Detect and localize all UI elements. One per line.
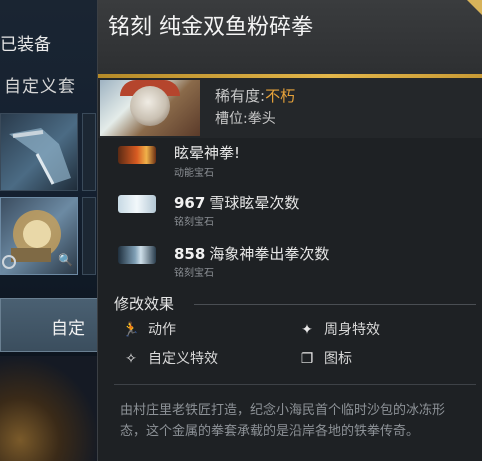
inventory-item-thumbnail[interactable] — [0, 113, 78, 191]
rarity-label: 稀有度: — [215, 87, 266, 105]
gem-row: 858 海象神拳出拳次数 铭刻宝石 — [98, 241, 482, 291]
animation-icon: 🏃 — [122, 322, 140, 338]
axe-item-icon — [9, 128, 71, 185]
slot-value: 拳头 — [247, 111, 276, 127]
slot-label: 槽位: — [215, 111, 248, 127]
gem-name: 雪球眩晕次数 — [209, 194, 300, 212]
modifier-label: 自定义特效 — [148, 351, 218, 367]
modifier-label: 周身特效 — [324, 322, 380, 338]
equipped-header: 已装备 — [0, 35, 51, 55]
rarity-value: 不朽 — [265, 87, 296, 105]
inventory-panel: 已装备 自定义套 🔍 自定 — [0, 0, 110, 461]
item-title: 铭刻 纯金双鱼粉碎拳 — [108, 15, 313, 40]
gem-count: 858 — [174, 245, 206, 263]
slot-line: 槽位:拳头 — [215, 108, 276, 128]
rarity-line: 稀有度:不朽 — [215, 85, 295, 106]
gem-row: 眩晕神拳! 动能宝石 — [98, 138, 482, 188]
item-description: 由村庄里老铁匠打造，纪念小海民首个临时沙包的冰冻形态，这个金属的拳套承载的是沿岸… — [120, 403, 446, 439]
section-divider — [114, 384, 476, 385]
ambient-effect-icon: ✦ — [301, 322, 313, 338]
hero-portrait — [100, 80, 200, 136]
modifier-item: ✦ 周身特效 — [296, 319, 380, 339]
kinetic-gem-icon — [118, 146, 156, 164]
gem-label: 眩晕神拳! — [174, 142, 240, 163]
gem-type: 铭刻宝石 — [174, 217, 214, 228]
section-divider — [194, 304, 476, 305]
magnifier-icon[interactable]: 🔍 — [58, 253, 73, 267]
gem-count: 967 — [174, 194, 206, 212]
inventory-item-thumbnail-partial[interactable] — [82, 113, 96, 191]
gem-type: 动能宝石 — [174, 168, 214, 179]
gem-row: 967 雪球眩晕次数 铭刻宝石 — [98, 190, 482, 240]
gem-name: 眩晕神拳! — [174, 144, 241, 162]
corner-gem-icon — [467, 0, 482, 16]
modifier-label: 动作 — [148, 322, 176, 338]
modifier-label: 图标 — [324, 351, 352, 367]
icon-set-icon: ❐ — [300, 351, 314, 367]
modifier-item: 🏃 动作 — [120, 319, 176, 339]
gear-icon[interactable] — [2, 255, 16, 269]
inventory-item-thumbnail-partial[interactable] — [82, 197, 96, 275]
custom-set-label: 自定义套 — [4, 77, 76, 97]
portrait-face — [130, 86, 170, 126]
hero-background-art — [0, 356, 100, 461]
tooltip-header: 铭刻 纯金双鱼粉碎拳 — [98, 0, 482, 78]
gem-label: 967 雪球眩晕次数 — [174, 192, 299, 213]
modifiers-title: 修改效果 — [114, 295, 175, 313]
item-info-row: 稀有度:不朽 槽位:拳头 — [98, 78, 482, 138]
equip-button[interactable]: 自定 — [0, 298, 100, 352]
modifier-item: ✧ 自定义特效 — [120, 348, 218, 368]
inscribed-gem-icon — [118, 246, 156, 264]
modifier-item: ❐ 图标 — [296, 348, 352, 368]
gem-name: 海象神拳出拳次数 — [209, 245, 330, 263]
gem-type: 铭刻宝石 — [174, 268, 214, 279]
item-tooltip: 铭刻 纯金双鱼粉碎拳 稀有度:不朽 槽位:拳头 眩晕神拳! 动能宝石 967 雪球… — [97, 0, 482, 461]
inscribed-gem-icon — [118, 195, 156, 213]
gem-label: 858 海象神拳出拳次数 — [174, 243, 329, 264]
custom-effect-icon: ✧ — [125, 351, 137, 367]
